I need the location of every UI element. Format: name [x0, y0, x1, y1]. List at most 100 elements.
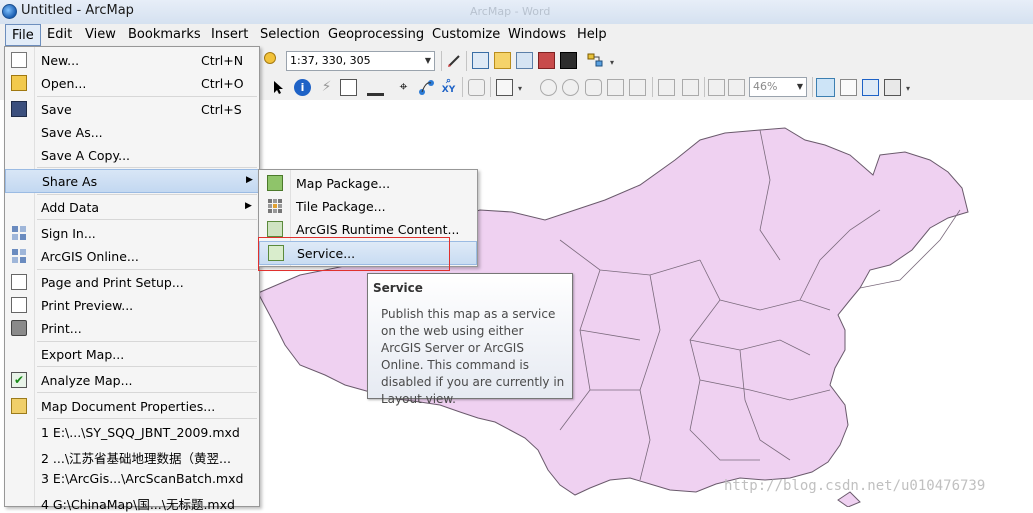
fixed-zoom-in-icon: [658, 79, 675, 96]
html-popup-icon[interactable]: [340, 79, 357, 96]
go-forward-extent-icon: [728, 79, 745, 96]
toolbar-separator: [490, 77, 491, 97]
fixed-zoom-out-icon: [682, 79, 699, 96]
arcmap-globe-icon: [2, 4, 17, 19]
toolbar-separator: [652, 77, 653, 97]
menu-item-analyze-map[interactable]: ✔ Analyze Map...: [5, 369, 259, 392]
toolbar-separator: [441, 51, 442, 71]
identify-info-icon[interactable]: i: [294, 79, 311, 96]
focus-data-frame-icon[interactable]: [840, 79, 857, 96]
toolbar-overflow-grip[interactable]: ▾: [518, 85, 526, 98]
tooltip-body: Publish this map as a service on the web…: [381, 307, 565, 406]
open-folder-icon: [11, 75, 27, 91]
menu-selection[interactable]: Selection: [256, 27, 324, 42]
toolbar-overflow-grip[interactable]: ▾: [906, 85, 914, 98]
data-driven-pages-icon[interactable]: [884, 79, 901, 96]
menu-item-recent-2[interactable]: 2 ...\江苏省基础地理数据（黄翌...: [5, 444, 259, 467]
submenu-arrow-icon: ▶: [245, 201, 252, 211]
go-to-xy-icon[interactable]: ⌕ XY: [440, 77, 457, 95]
menu-geoprocessing[interactable]: Geoprocessing: [324, 27, 428, 42]
background-window-title: ArcMap - Word: [470, 5, 551, 18]
file-menu-dropdown: New... Ctrl+N Open... Ctrl+O Save Ctrl+S…: [4, 46, 260, 512]
menu-item-add-data[interactable]: Add Data ▶: [5, 196, 259, 219]
submenu-item-tile-package[interactable]: Tile Package...: [259, 195, 477, 217]
toolbar-separator: [466, 51, 467, 71]
add-data-icon[interactable]: [264, 52, 276, 64]
measure-ruler-icon[interactable]: [367, 79, 384, 96]
map-scale-combo[interactable]: 1:37, 330, 305 ▼: [286, 51, 435, 71]
menu-edit[interactable]: Edit: [43, 27, 76, 42]
menu-bar: File Edit View Bookmarks Insert Selectio…: [0, 24, 1033, 47]
print-preview-icon: [11, 297, 27, 313]
save-disk-icon: [11, 101, 27, 117]
map-scale-value: 1:37, 330, 305: [290, 54, 371, 67]
toolbar-separator: [462, 77, 463, 97]
menu-help[interactable]: Help: [573, 27, 611, 42]
service-tooltip: Service Publish this map as a service on…: [367, 273, 573, 406]
zoom-100-percent-icon: [629, 79, 646, 96]
menu-item-open[interactable]: Open... Ctrl+O: [5, 72, 259, 95]
toolbar-separator: [812, 77, 813, 97]
select-elements-cursor-icon[interactable]: [270, 79, 287, 96]
layout-zoom-out-icon: [562, 79, 579, 96]
menu-file[interactable]: File: [5, 24, 41, 46]
menu-item-page-print-setup[interactable]: Page and Print Setup...: [5, 271, 259, 294]
chevron-down-icon: ▼: [796, 82, 803, 91]
menu-item-print[interactable]: Print...: [5, 317, 259, 340]
hainan-island: [837, 491, 861, 507]
layout-zoom-value: 46%: [753, 80, 778, 93]
menu-item-recent-3[interactable]: 3 E:\ArcGis...\ArcScanBatch.mxd: [5, 467, 259, 490]
map-package-icon: [267, 175, 283, 191]
menu-item-export-map[interactable]: Export Map...: [5, 343, 259, 366]
menu-item-recent-1[interactable]: 1 E:\...\SY_SQQ_JBNT_2009.mxd: [5, 421, 259, 444]
document-properties-icon: [11, 398, 27, 414]
zoom-whole-page-icon: [607, 79, 624, 96]
hyperlink-lightning-icon[interactable]: ⚡: [318, 79, 335, 96]
menu-bookmarks[interactable]: Bookmarks: [124, 27, 205, 42]
toggle-draft-mode-icon[interactable]: [816, 78, 835, 97]
create-viewer-window-icon[interactable]: [496, 79, 513, 96]
menu-item-save[interactable]: Save Ctrl+S: [5, 98, 259, 121]
menu-item-arcgis-online[interactable]: ArcGIS Online...: [5, 245, 259, 268]
search-window-icon[interactable]: [516, 52, 533, 69]
page-setup-icon: [11, 274, 27, 290]
menu-item-sign-in[interactable]: Sign In...: [5, 222, 259, 245]
tile-package-icon: [267, 198, 283, 214]
time-slider-icon: [468, 79, 485, 96]
table-of-contents-icon[interactable]: [472, 52, 489, 69]
menu-view[interactable]: View: [81, 27, 120, 42]
submenu-arrow-icon: ▶: [246, 175, 253, 185]
menu-item-recent-4[interactable]: 4 G:\ChinaMap\国...\无标题.mxd: [5, 490, 259, 513]
sign-in-icon: [11, 225, 27, 241]
find-route-icon[interactable]: [418, 79, 435, 96]
new-document-icon: [11, 52, 27, 68]
chevron-down-icon: ▼: [424, 56, 431, 65]
layout-zoom-combo[interactable]: 46% ▼: [749, 77, 807, 97]
window-title: Untitled - ArcMap: [21, 3, 134, 18]
toolbar-separator: [704, 77, 705, 97]
runtime-content-icon: [267, 221, 283, 237]
highlight-annotation-box: [258, 237, 450, 271]
python-window-icon[interactable]: [560, 52, 577, 69]
toolbar-overflow-grip[interactable]: ▾: [610, 59, 618, 72]
menu-item-save-as[interactable]: Save As...: [5, 121, 259, 144]
menu-item-new[interactable]: New... Ctrl+N: [5, 49, 259, 72]
modelbuilder-icon[interactable]: [587, 52, 604, 69]
submenu-item-map-package[interactable]: Map Package...: [259, 172, 477, 194]
menu-item-print-preview[interactable]: Print Preview...: [5, 294, 259, 317]
menu-item-share-as[interactable]: Share As ▶: [5, 169, 259, 193]
find-binoculars-icon[interactable]: ⌖: [395, 79, 412, 96]
menu-customize[interactable]: Customize: [428, 27, 504, 42]
title-bar: Untitled - ArcMap ArcMap - Word: [0, 0, 1033, 25]
analyze-map-icon: ✔: [11, 372, 27, 388]
menu-windows[interactable]: Windows: [504, 27, 570, 42]
menu-item-save-a-copy[interactable]: Save A Copy...: [5, 144, 259, 167]
editor-toolbar-icon[interactable]: [446, 52, 463, 69]
catalog-icon[interactable]: [494, 52, 511, 69]
layout-pan-hand-icon: [585, 79, 602, 96]
arctoolbox-icon[interactable]: [538, 52, 555, 69]
menu-insert[interactable]: Insert: [207, 27, 252, 42]
go-back-extent-icon: [708, 79, 725, 96]
change-layout-icon[interactable]: [862, 79, 879, 96]
menu-item-map-document-properties[interactable]: Map Document Properties...: [5, 395, 259, 418]
